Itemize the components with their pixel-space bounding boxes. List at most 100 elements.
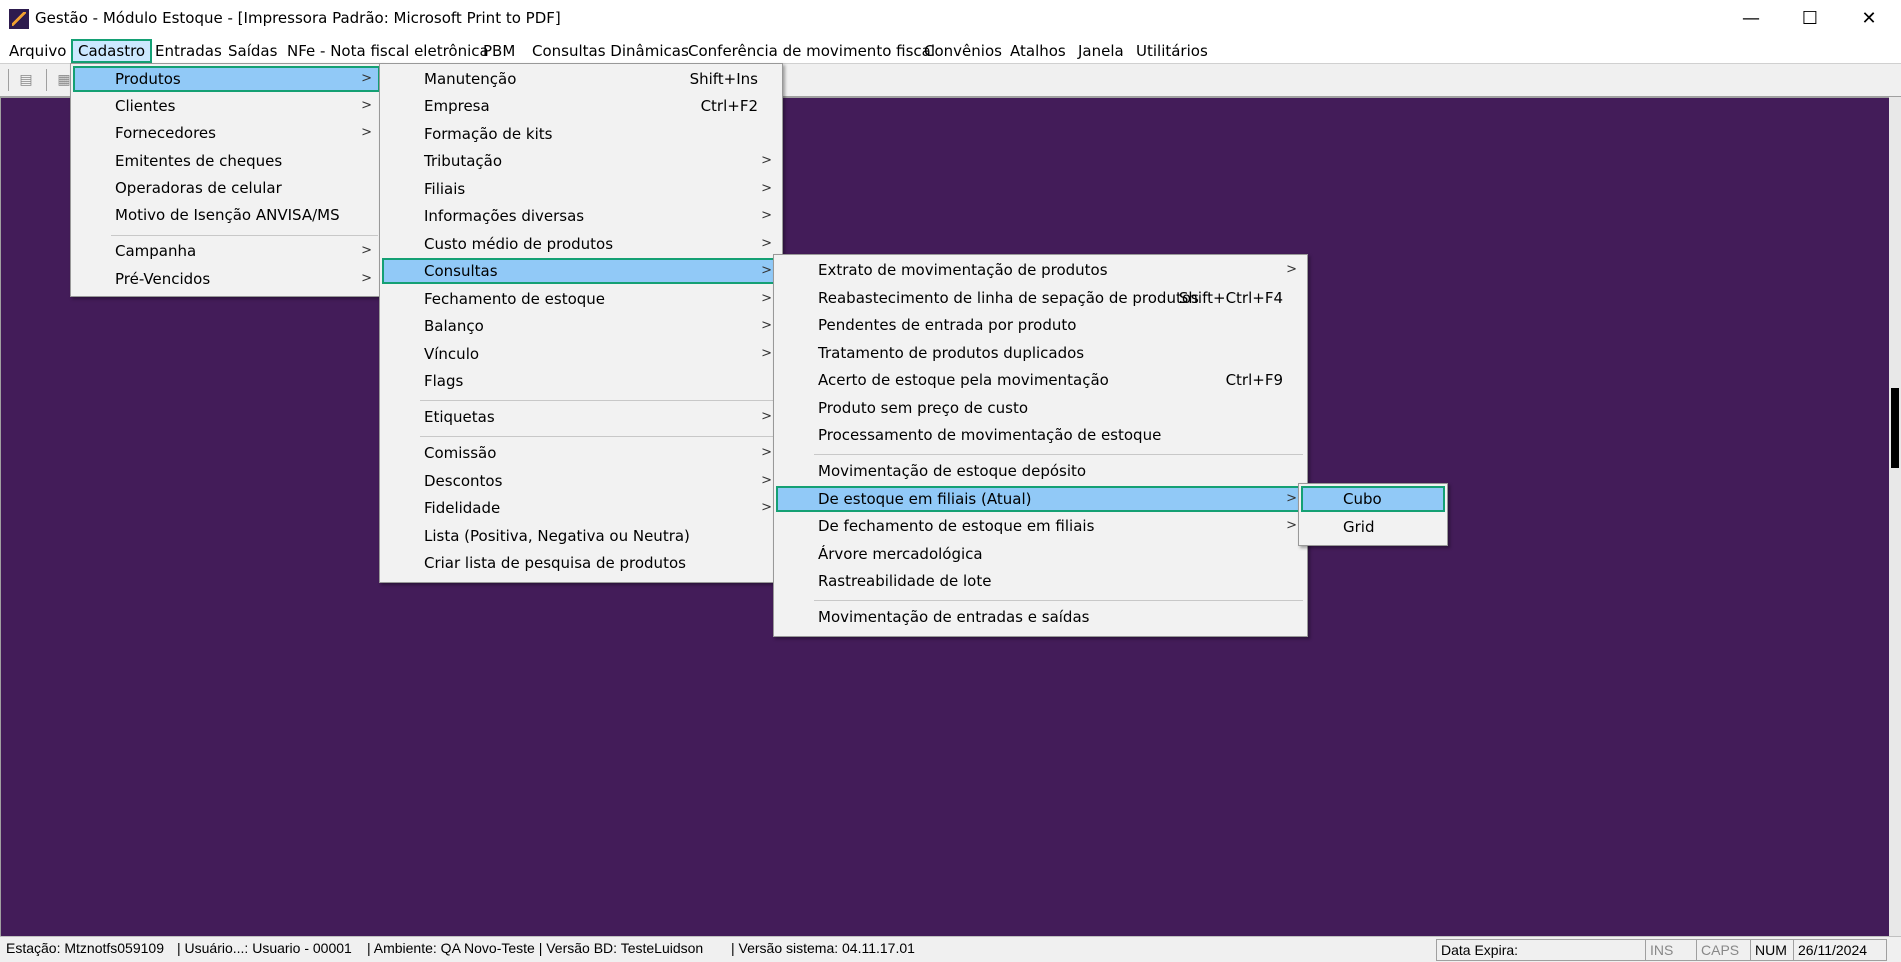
menu-pbm[interactable]: PBM bbox=[476, 39, 522, 63]
menu-item-label: Tributação bbox=[424, 152, 503, 170]
menu-item-tributacao[interactable]: Tributação > bbox=[382, 148, 780, 174]
menu-item-informacoes-diversas[interactable]: Informações diversas > bbox=[382, 203, 780, 229]
toolbar-separator bbox=[46, 69, 47, 91]
title-bar: Gestão - Módulo Estoque - [Impressora Pa… bbox=[0, 0, 1901, 39]
menu-item-consultas[interactable]: Consultas > bbox=[382, 258, 780, 284]
menu-item-label: Fechamento de estoque bbox=[424, 290, 606, 308]
status-data-expira: Data Expira: bbox=[1436, 939, 1646, 961]
menu-item-label: De estoque em filiais (Atual) bbox=[818, 490, 1032, 508]
menu-item-produtos[interactable]: Produtos > bbox=[73, 66, 380, 92]
menu-item-filiais[interactable]: Filiais > bbox=[382, 176, 780, 202]
menu-item-movimentacao-deposito[interactable]: Movimentação de estoque depósito bbox=[776, 458, 1305, 484]
menu-item-cubo[interactable]: Cubo bbox=[1301, 486, 1445, 512]
chevron-right-icon: > bbox=[761, 445, 772, 460]
menu-item-vinculo[interactable]: Vínculo > bbox=[382, 341, 780, 367]
menu-item-arvore-mercadologica[interactable]: Árvore mercadológica bbox=[776, 541, 1305, 567]
menu-item-extrato[interactable]: Extrato de movimentação de produtos > bbox=[776, 257, 1305, 283]
menu-item-balanco[interactable]: Balanço > bbox=[382, 313, 780, 339]
menu-item-emitentes[interactable]: Emitentes de cheques bbox=[73, 148, 380, 174]
menu-item-manutencao[interactable]: Manutenção Shift+Ins bbox=[382, 66, 780, 92]
consultas-submenu: Extrato de movimentação de produtos > Re… bbox=[773, 254, 1308, 637]
menu-item-label: Balanço bbox=[424, 317, 484, 335]
menu-item-estoque-filiais-atual[interactable]: De estoque em filiais (Atual) > bbox=[776, 486, 1305, 512]
menu-item-descontos[interactable]: Descontos > bbox=[382, 468, 780, 494]
menu-item-custo-medio[interactable]: Custo médio de produtos > bbox=[382, 231, 780, 257]
menu-conferencia[interactable]: Conferência de movimento fiscal bbox=[681, 39, 942, 63]
menu-item-pendentes[interactable]: Pendentes de entrada por produto bbox=[776, 312, 1305, 338]
splitter-handle[interactable] bbox=[1891, 388, 1899, 468]
menu-item-fechamento-filiais[interactable]: De fechamento de estoque em filiais > bbox=[776, 513, 1305, 539]
chevron-right-icon: > bbox=[761, 153, 772, 168]
menu-item-motivo-isencao[interactable]: Motivo de Isenção ANVISA/MS bbox=[73, 202, 380, 228]
menu-item-label: Empresa bbox=[424, 97, 490, 115]
chevron-right-icon: > bbox=[761, 208, 772, 223]
menu-item-grid[interactable]: Grid bbox=[1301, 514, 1445, 540]
menu-item-label: Etiquetas bbox=[424, 408, 495, 426]
menu-item-label: Movimentação de estoque depósito bbox=[818, 462, 1087, 480]
menu-item-rastreabilidade[interactable]: Rastreabilidade de lote bbox=[776, 568, 1305, 594]
status-usuario: | Usuário...: Usuario - 00001 bbox=[177, 940, 352, 956]
menu-item-shortcut: Shift+Ins bbox=[689, 70, 758, 88]
menu-nfe[interactable]: NFe - Nota fiscal eletrônica bbox=[280, 39, 496, 63]
menu-item-flags[interactable]: Flags bbox=[382, 368, 780, 394]
menu-item-clientes[interactable]: Clientes > bbox=[73, 93, 380, 119]
close-button[interactable]: ✕ bbox=[1840, 0, 1898, 39]
maximize-button[interactable]: ☐ bbox=[1781, 0, 1839, 39]
status-date: 26/11/2024 bbox=[1793, 939, 1887, 961]
menu-item-label: Informações diversas bbox=[424, 207, 585, 225]
menu-cadastro[interactable]: Cadastro bbox=[71, 39, 153, 63]
menu-item-etiquetas[interactable]: Etiquetas > bbox=[382, 404, 780, 430]
menu-item-processamento[interactable]: Processamento de movimentação de estoque bbox=[776, 422, 1305, 448]
menu-item-entradas-saidas[interactable]: Movimentação de entradas e saídas bbox=[776, 604, 1305, 630]
status-ins: INS bbox=[1645, 939, 1697, 961]
menu-item-lista[interactable]: Lista (Positiva, Negativa ou Neutra) bbox=[382, 523, 780, 549]
status-versao: | Versão sistema: 04.11.17.01 bbox=[731, 940, 915, 956]
status-estacao: Estação: Mtznotfs059109 bbox=[6, 940, 164, 956]
menu-item-label: Emitentes de cheques bbox=[115, 152, 283, 170]
toolbar-grip bbox=[8, 69, 9, 91]
menu-separator bbox=[111, 235, 378, 236]
chevron-right-icon: > bbox=[1286, 518, 1297, 533]
filiais-submenu: Cubo Grid bbox=[1298, 483, 1448, 546]
menu-item-empresa[interactable]: Empresa Ctrl+F2 bbox=[382, 93, 780, 119]
menu-item-label: Flags bbox=[424, 372, 464, 390]
menu-arquivo[interactable]: Arquivo bbox=[2, 39, 73, 63]
menu-item-label: Campanha bbox=[115, 242, 197, 260]
menu-item-pre-vencidos[interactable]: Pré-Vencidos > bbox=[73, 266, 380, 292]
menu-item-campanha[interactable]: Campanha > bbox=[73, 238, 380, 264]
menu-item-fidelidade[interactable]: Fidelidade > bbox=[382, 495, 780, 521]
status-caps: CAPS bbox=[1696, 939, 1752, 961]
menu-saidas[interactable]: Saídas bbox=[221, 39, 284, 63]
menu-item-acerto-estoque[interactable]: Acerto de estoque pela movimentação Ctrl… bbox=[776, 367, 1305, 393]
copy-icon[interactable]: ▤ bbox=[16, 70, 36, 90]
menu-item-fornecedores[interactable]: Fornecedores > bbox=[73, 120, 380, 146]
menu-item-criar-lista[interactable]: Criar lista de pesquisa de produtos bbox=[382, 550, 780, 576]
menu-bar: Arquivo Cadastro Entradas Saídas NFe - N… bbox=[0, 39, 1901, 63]
menu-item-shortcut: Ctrl+F2 bbox=[700, 97, 758, 115]
status-num: NUM bbox=[1750, 939, 1794, 961]
menu-item-label: Lista (Positiva, Negativa ou Neutra) bbox=[424, 527, 690, 545]
menu-separator bbox=[814, 454, 1303, 455]
menu-item-label: Custo médio de produtos bbox=[424, 235, 614, 253]
menu-janela[interactable]: Janela bbox=[1071, 39, 1131, 63]
menu-item-tratamento-duplicados[interactable]: Tratamento de produtos duplicados bbox=[776, 340, 1305, 366]
minimize-button[interactable]: — bbox=[1722, 0, 1780, 39]
cadastro-dropdown: Produtos > Clientes > Fornecedores > Emi… bbox=[70, 63, 383, 297]
menu-item-label: Movimentação de entradas e saídas bbox=[818, 608, 1090, 626]
menu-utilitarios[interactable]: Utilitários bbox=[1129, 39, 1215, 63]
menu-separator bbox=[420, 436, 778, 437]
menu-convenios[interactable]: Convênios bbox=[917, 39, 1009, 63]
menu-item-label: Produto sem preço de custo bbox=[818, 399, 1028, 417]
menu-item-label: Manutenção bbox=[424, 70, 517, 88]
menu-item-operadoras[interactable]: Operadoras de celular bbox=[73, 175, 380, 201]
menu-item-label: Fornecedores bbox=[115, 124, 216, 142]
menu-item-comissao[interactable]: Comissão > bbox=[382, 440, 780, 466]
menu-atalhos[interactable]: Atalhos bbox=[1003, 39, 1073, 63]
menu-item-formacao-kits[interactable]: Formação de kits bbox=[382, 121, 780, 147]
menu-consultas-dinamicas[interactable]: Consultas Dinâmicas bbox=[525, 39, 696, 63]
menu-entradas[interactable]: Entradas bbox=[148, 39, 229, 63]
menu-item-fechamento-estoque[interactable]: Fechamento de estoque > bbox=[382, 286, 780, 312]
menu-item-reabastecimento[interactable]: Reabastecimento de linha de sepação de p… bbox=[776, 285, 1305, 311]
menu-item-label: Fidelidade bbox=[424, 499, 501, 517]
menu-item-sem-preco[interactable]: Produto sem preço de custo bbox=[776, 395, 1305, 421]
